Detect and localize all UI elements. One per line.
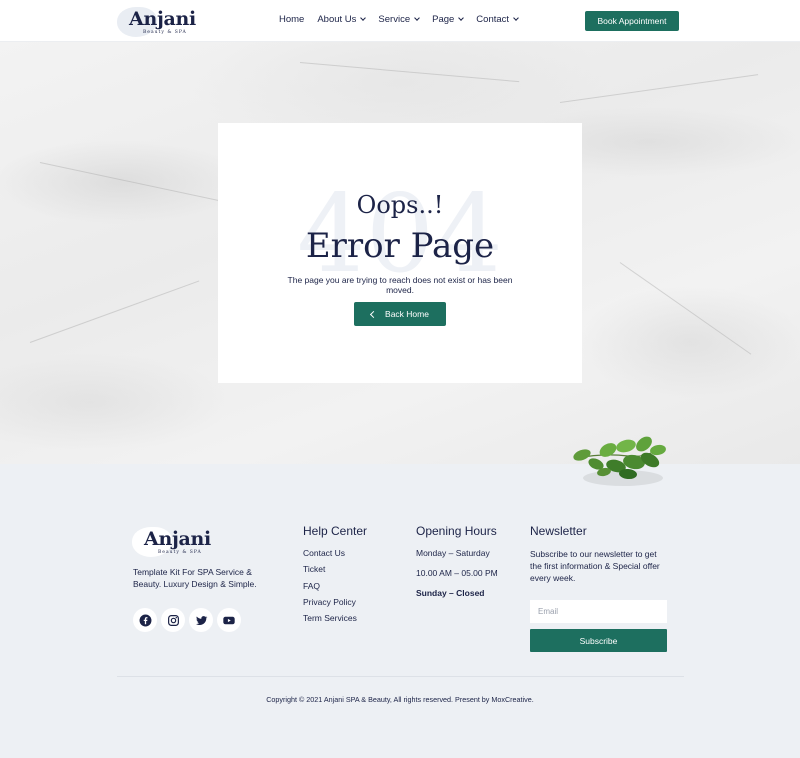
instagram-icon: [167, 614, 179, 626]
footer-logo[interactable]: Anjani Beauty & SPA: [132, 525, 211, 557]
footer-link-contact-us[interactable]: Contact Us: [303, 548, 367, 564]
marble-vein: [559, 74, 759, 103]
twitter-link[interactable]: [189, 608, 213, 632]
logo-text: Anjani: [129, 8, 196, 30]
help-center-title: Help Center: [303, 524, 368, 538]
book-appointment-button[interactable]: Book Appointment: [585, 11, 679, 31]
copyright-text: Copyright © 2021 Anjani SPA & Beauty, Al…: [266, 695, 534, 704]
site-footer: [0, 464, 800, 758]
marble-vein: [299, 62, 520, 83]
plant-decoration: [573, 436, 666, 486]
social-links: [133, 608, 241, 632]
error-heading: Oops..!: [356, 191, 444, 219]
footer-divider: [117, 676, 684, 677]
opening-hours-column: Opening Hours Monday – Saturday 10.00 AM…: [416, 524, 498, 598]
email-input[interactable]: [530, 600, 667, 623]
logo-tagline: Beauty & SPA: [143, 30, 187, 35]
logo-text: Anjani: [144, 528, 211, 550]
nav-label: Service: [378, 14, 411, 25]
opening-time: 10.00 AM – 05.00 PM: [416, 568, 498, 578]
chevron-down-icon: [414, 15, 420, 21]
youtube-link[interactable]: [217, 608, 241, 632]
nav-label: Home: [279, 14, 305, 25]
footer-description: Template Kit For SPA Service & Beauty. L…: [133, 567, 257, 589]
newsletter-column: Newsletter Subscribe to our newsletter t…: [530, 524, 670, 584]
chevron-down-icon: [513, 15, 519, 21]
marble-vein: [29, 280, 200, 343]
error-title: Error Page: [305, 226, 495, 266]
newsletter-title: Newsletter: [530, 524, 587, 538]
error-card: 404 Oops..! Error Page The page you are …: [218, 123, 582, 383]
twitter-icon: [195, 615, 207, 625]
back-home-button[interactable]: Back Home: [354, 302, 446, 326]
marble-vein: [619, 262, 752, 355]
help-center-column: Help Center Contact Us Ticket FAQ Privac…: [303, 524, 367, 629]
footer-link-term-services[interactable]: Term Services: [303, 613, 367, 629]
main-nav: Home About Us Service Page Contact: [279, 14, 531, 25]
nav-contact[interactable]: Contact: [476, 14, 519, 25]
nav-service[interactable]: Service: [378, 14, 420, 25]
closed-day: Sunday – Closed: [416, 588, 485, 598]
nav-label: Page: [432, 14, 455, 25]
opening-hours-title: Opening Hours: [416, 524, 497, 538]
site-header: Anjani Beauty & SPA Home About Us Servic…: [0, 0, 800, 42]
logo[interactable]: Anjani Beauty & SPA: [117, 5, 196, 37]
newsletter-text: Subscribe to our newsletter to get the f…: [530, 549, 660, 583]
instagram-link[interactable]: [161, 608, 185, 632]
nav-label: About Us: [317, 14, 357, 25]
nav-home[interactable]: Home: [279, 14, 304, 25]
facebook-link[interactable]: [133, 608, 157, 632]
subscribe-button[interactable]: Subscribe: [530, 629, 667, 652]
chevron-down-icon: [360, 15, 367, 21]
chevron-left-icon: [369, 310, 378, 318]
back-home-label: Back Home: [385, 309, 429, 319]
nav-page[interactable]: Page: [432, 14, 465, 25]
footer-link-ticket[interactable]: Ticket: [303, 564, 367, 580]
chevron-down-icon: [458, 15, 465, 21]
logo-tagline: Beauty & SPA: [158, 550, 202, 555]
nav-label: Contact: [476, 14, 510, 25]
footer-link-privacy-policy[interactable]: Privacy Policy: [303, 597, 367, 613]
nav-about-us[interactable]: About Us: [317, 14, 367, 25]
footer-link-faq[interactable]: FAQ: [303, 581, 367, 597]
error-message: The page you are trying to reach does no…: [287, 275, 513, 295]
facebook-icon: [139, 614, 151, 626]
opening-days: Monday – Saturday: [416, 548, 490, 558]
youtube-icon: [223, 616, 235, 624]
